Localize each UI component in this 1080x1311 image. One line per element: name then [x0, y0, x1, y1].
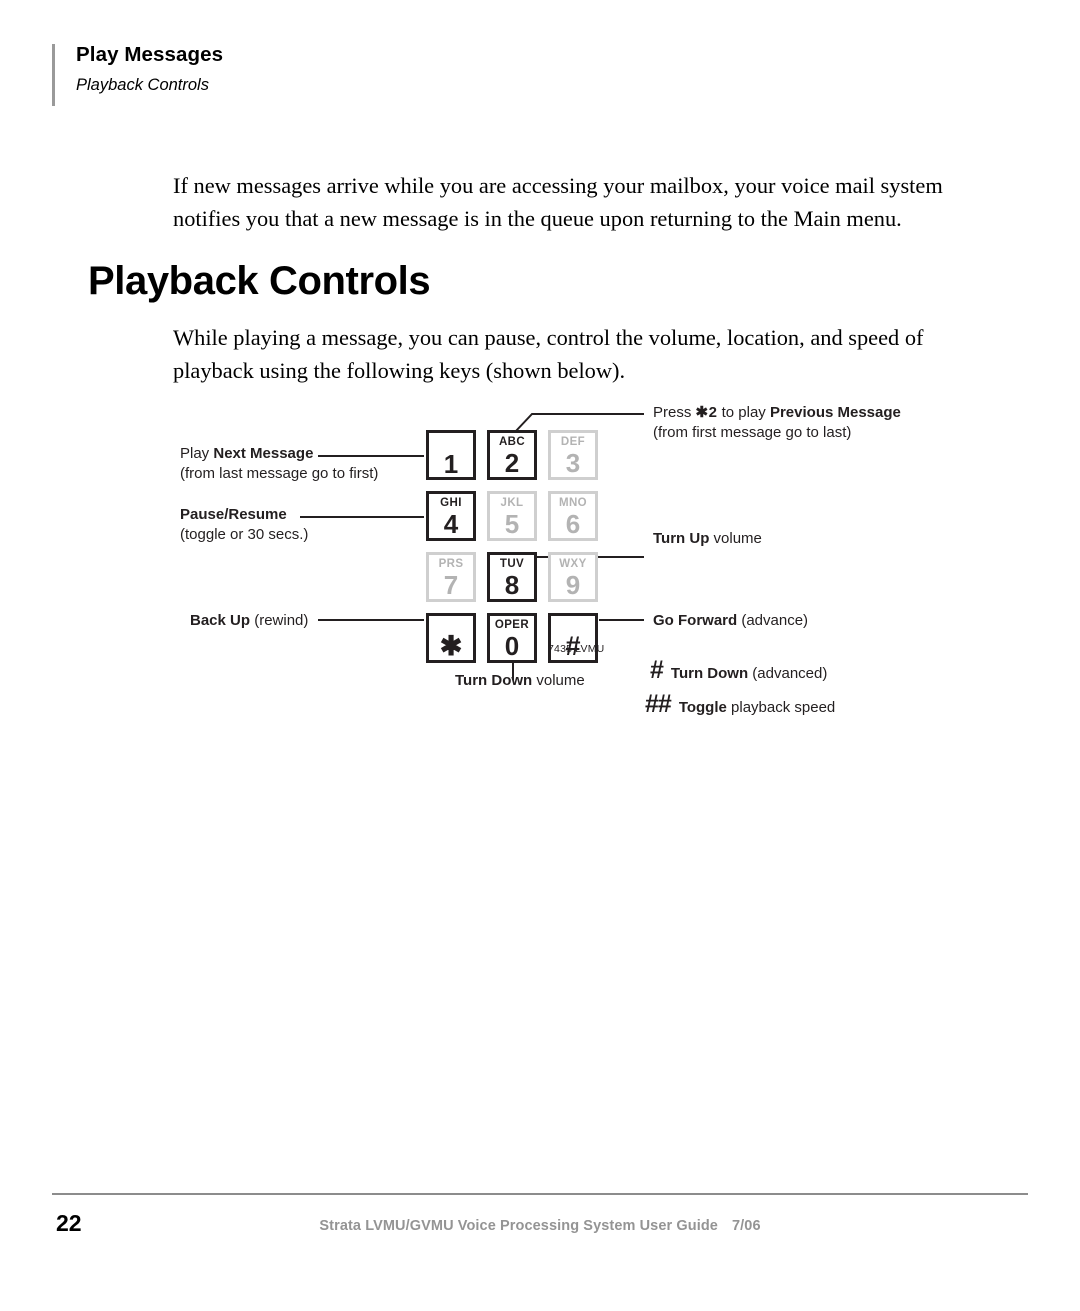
- callout-subtext: (from last message go to first): [180, 465, 379, 483]
- section-heading: Playback Controls: [88, 258, 431, 303]
- footer-divider: [52, 1193, 1028, 1195]
- keypad-key-6[interactable]: MNO 6: [548, 491, 598, 541]
- phone-model-label: 7435 LVMU: [548, 643, 605, 655]
- keypad-key-5[interactable]: JKL 5: [487, 491, 537, 541]
- footer-date: 7/06: [731, 1218, 761, 1234]
- callout-suffix: volume: [709, 530, 762, 547]
- keypad-key-digit: 4: [443, 509, 459, 539]
- intro-paragraph: If new messages arrive while you are acc…: [173, 173, 943, 232]
- callout-turn-down-advanced: # Turn Down (advanced): [650, 658, 827, 683]
- keypad-key-4[interactable]: GHI 4: [426, 491, 476, 541]
- keypad-key-digit: 2: [504, 448, 520, 478]
- pound-key-glyph: #: [650, 656, 664, 684]
- callout-subtext: (from first message go to last): [653, 424, 852, 442]
- footer-title-text: Strata LVMU/GVMU Voice Processing System…: [319, 1218, 718, 1234]
- callout-toggle-speed: ## Toggle playback speed: [645, 692, 835, 717]
- keypad-key-9[interactable]: WXY 9: [548, 552, 598, 602]
- callout-prefix: Press: [653, 404, 696, 421]
- keypad-key-digit: 3: [565, 448, 581, 478]
- callout-bold: Turn Up: [653, 530, 710, 547]
- footer-guide-title: Strata LVMU/GVMU Voice Processing System…: [0, 1218, 1080, 1234]
- callout-bold: Turn Down: [455, 672, 533, 689]
- callout-previous-message: Press ✱2 to play Previous Message (from …: [653, 403, 901, 444]
- playback-controls-diagram: 1 ABC 2 DEF 3 GHI 4 JKL 5 MNO 6 PRS 7 TU…: [0, 390, 1080, 730]
- keypad-key-2[interactable]: ABC 2: [487, 430, 537, 480]
- callout-bold: Next Message: [213, 445, 314, 462]
- keypad-key-3[interactable]: DEF 3: [548, 430, 598, 480]
- callout-subtext: (toggle or 30 secs.): [180, 526, 309, 544]
- callout-next-message: Play Next Message (from last message go …: [180, 444, 378, 485]
- callout-suffix: (rewind): [250, 612, 309, 629]
- keypad-key-star[interactable]: ✱: [426, 613, 476, 663]
- keypad-key-0[interactable]: OPER 0: [487, 613, 537, 663]
- callout-bold: Toggle: [678, 699, 727, 716]
- lead-paragraph: While playing a message, you can pause, …: [173, 325, 924, 384]
- keypad-key-pound[interactable]: #: [548, 613, 598, 663]
- header-title: Play Messages: [76, 43, 224, 66]
- callout-bold: Turn Down: [670, 665, 749, 682]
- keypad-key-digit: 5: [504, 509, 520, 539]
- callout-bold: Go Forward: [653, 612, 738, 629]
- callout-go-forward: Go Forward (advance): [653, 611, 808, 631]
- header-subtitle: Playback Controls: [76, 75, 209, 94]
- keypad-key-digit: 7: [443, 570, 459, 600]
- phone-keypad: 1 ABC 2 DEF 3 GHI 4 JKL 5 MNO 6 PRS 7 TU…: [426, 430, 598, 663]
- keypad-key-7[interactable]: PRS 7: [426, 552, 476, 602]
- callout-back-up: Back Up (rewind): [190, 611, 308, 631]
- callout-bold: Back Up: [190, 612, 251, 629]
- keypad-key-1[interactable]: 1: [426, 430, 476, 480]
- double-pound-key-glyph: ##: [645, 690, 672, 718]
- callout-prefix: Play: [180, 445, 214, 462]
- callout-suffix: playback speed: [726, 699, 836, 716]
- callout-bold: Previous Message: [769, 404, 901, 421]
- callout-turn-down-volume: Turn Down volume: [455, 671, 585, 691]
- callout-suffix: (advanced): [748, 665, 828, 682]
- callout-turn-up: Turn Up volume: [653, 529, 762, 549]
- callout-suffix: volume: [532, 672, 585, 689]
- callout-suffix: (advance): [737, 612, 809, 629]
- keypad-key-digit: ✱: [439, 631, 463, 661]
- keypad-key-digit: 8: [504, 570, 520, 600]
- running-header: Play Messages Playback Controls: [52, 43, 224, 106]
- keypad-key-digit: 6: [565, 509, 581, 539]
- keypad-key-digit: 1: [443, 449, 459, 479]
- callout-bold: Pause/Resume: [180, 506, 287, 523]
- keypad-key-digit: 9: [565, 570, 581, 600]
- callout-pause-resume: Pause/Resume (toggle or 30 secs.): [180, 505, 308, 546]
- callout-middle: to play: [717, 404, 770, 421]
- keypad-key-digit: 0: [504, 631, 520, 661]
- keypad-key-8[interactable]: TUV 8: [487, 552, 537, 602]
- callout-key-combo: ✱2: [695, 404, 718, 421]
